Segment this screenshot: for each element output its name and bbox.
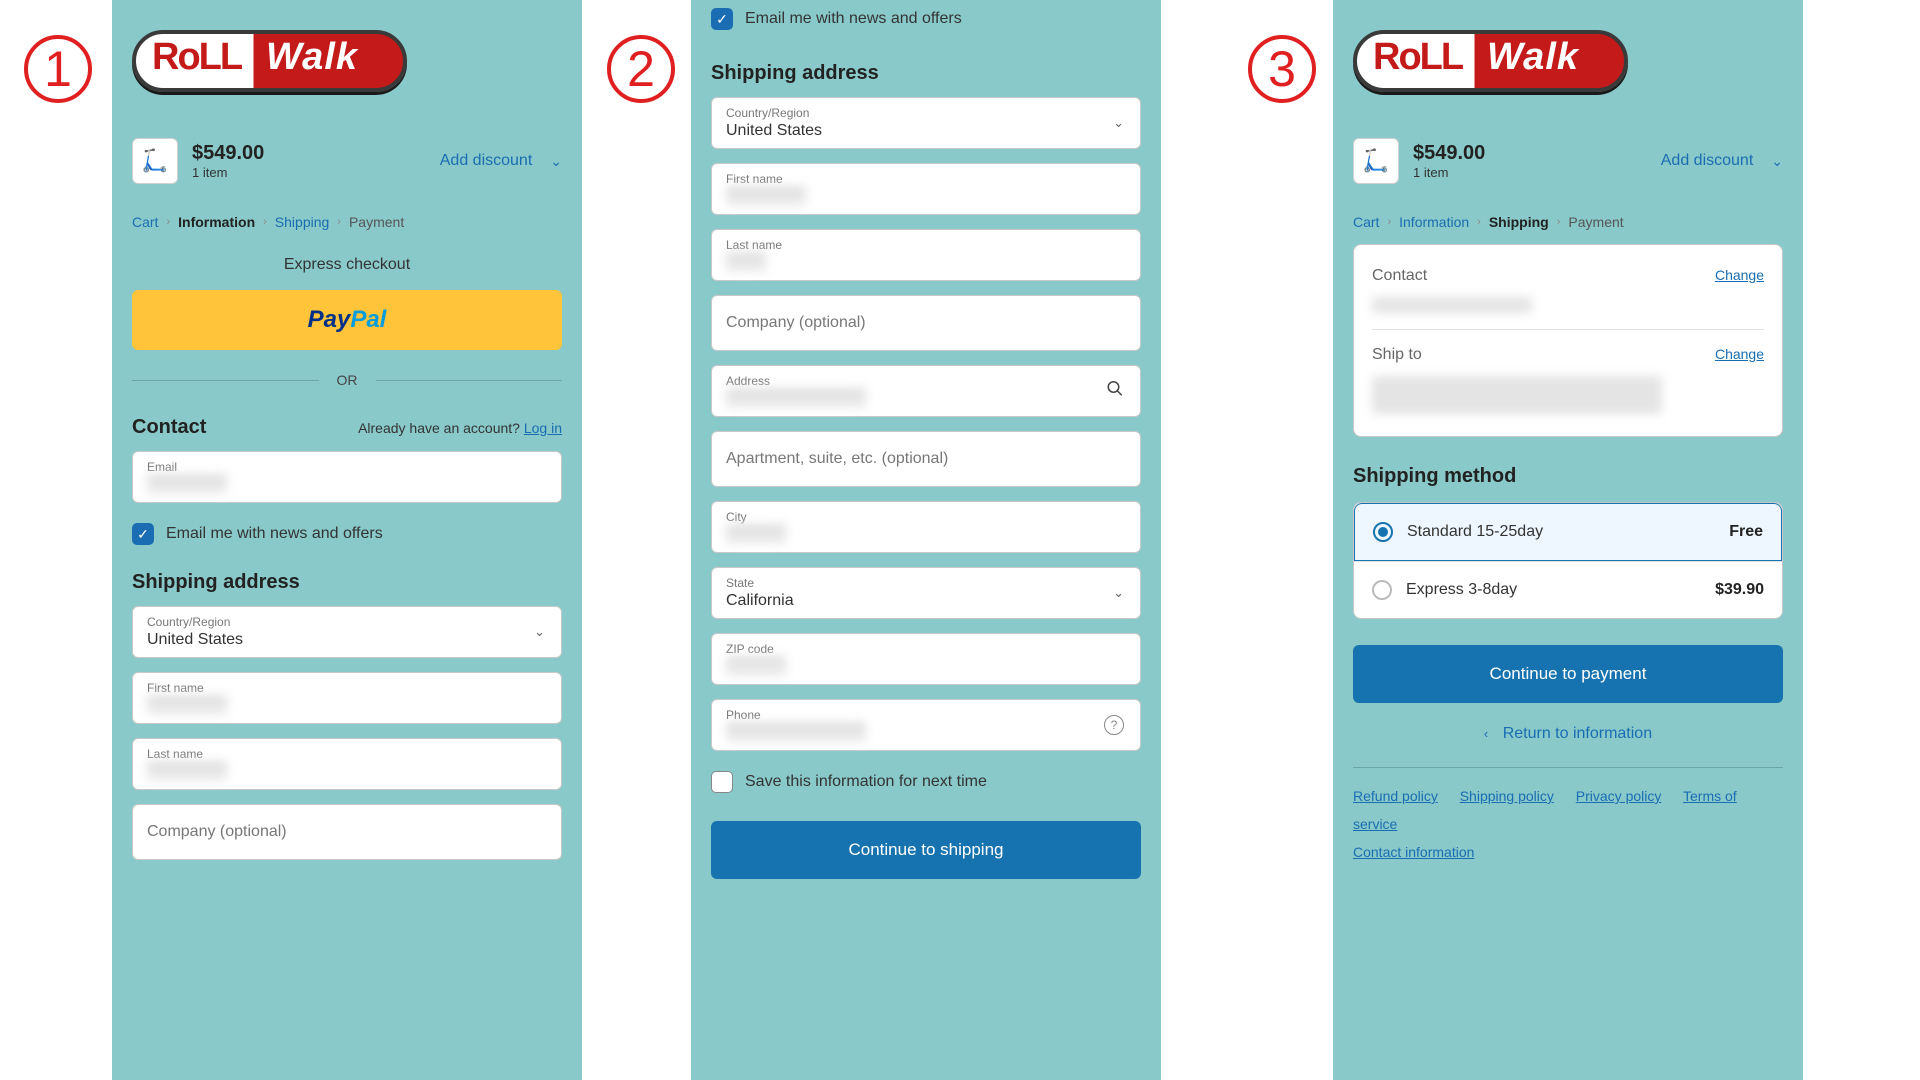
review-shipto-value: [1372, 376, 1662, 414]
change-shipto-link[interactable]: Change: [1715, 346, 1764, 364]
order-summary: 🛴 $549.00 1 item Add discount ⌄: [1353, 126, 1783, 196]
crumb-shipping[interactable]: Shipping: [275, 214, 330, 230]
logo-text-walk: Walk: [266, 36, 358, 79]
shipping-policy-link[interactable]: Shipping policy: [1460, 788, 1554, 804]
crumb-cart[interactable]: Cart: [1353, 214, 1379, 230]
order-price: $549.00: [1413, 142, 1485, 165]
first-name-field[interactable]: First name: [132, 672, 562, 724]
help-icon[interactable]: ?: [1104, 715, 1124, 735]
news-checkbox[interactable]: ✓: [711, 8, 733, 30]
logo-text-roll: RoLL: [152, 36, 241, 79]
phone-field[interactable]: Phone ?: [711, 699, 1141, 751]
radio-selected-icon: [1373, 522, 1393, 542]
crumb-information: Information: [178, 214, 255, 230]
country-select[interactable]: Country/Region United States ⌄: [132, 606, 562, 658]
review-card: Contact Change Ship to Change: [1353, 244, 1783, 437]
chevron-down-icon: ⌄: [534, 624, 545, 640]
crumb-shipping: Shipping: [1489, 214, 1549, 230]
news-checkbox[interactable]: ✓: [132, 523, 154, 545]
return-to-information-link[interactable]: ‹ Return to information: [1333, 703, 1803, 753]
zip-field[interactable]: ZIP code: [711, 633, 1141, 685]
chevron-down-icon: ⌄: [1113, 115, 1124, 131]
chevron-down-icon: ⌄: [550, 153, 562, 170]
review-contact-value: [1372, 297, 1532, 313]
crumb-cart[interactable]: Cart: [132, 214, 158, 230]
crumb-payment: Payment: [1568, 214, 1623, 230]
logo-text-roll: RoLL: [1373, 36, 1462, 79]
chevron-left-icon: ‹: [1484, 726, 1488, 741]
review-shipto-label: Ship to: [1372, 346, 1422, 364]
review-contact-label: Contact: [1372, 267, 1427, 285]
chevron-down-icon: ⌄: [1113, 585, 1124, 601]
shipping-option-standard[interactable]: Standard 15-25day Free: [1354, 503, 1782, 561]
checkout-panel-information: RoLL Walk 🛴 $549.00 1 item Add discount …: [112, 0, 582, 1080]
contact-heading: Contact: [132, 416, 206, 439]
shipping-address-heading: Shipping address: [132, 571, 300, 594]
shipping-options: Standard 15-25day Free Express 3-8day $3…: [1353, 502, 1783, 619]
breadcrumb: Cart › Information › Shipping › Payment: [112, 196, 582, 244]
company-field[interactable]: Company (optional): [711, 295, 1141, 351]
logo: RoLL Walk: [112, 0, 582, 116]
checkout-panel-address-form: ✓ Email me with news and offers Shipping…: [691, 0, 1161, 1080]
last-name-field[interactable]: Last name: [132, 738, 562, 790]
last-name-field[interactable]: Last name: [711, 229, 1141, 281]
city-field[interactable]: City: [711, 501, 1141, 553]
breadcrumb: Cart › Information › Shipping › Payment: [1333, 196, 1803, 244]
contact-info-link[interactable]: Contact information: [1353, 844, 1474, 860]
address-field[interactable]: Address: [711, 365, 1141, 417]
country-select[interactable]: Country/Region United States ⌄: [711, 97, 1141, 149]
first-name-field[interactable]: First name: [711, 163, 1141, 215]
continue-to-shipping-button[interactable]: Continue to shipping: [711, 821, 1141, 879]
crumb-payment: Payment: [349, 214, 404, 230]
news-checkbox-label: Email me with news and offers: [166, 525, 383, 543]
privacy-policy-link[interactable]: Privacy policy: [1576, 788, 1662, 804]
step-badge-1: 1: [24, 35, 92, 103]
shipping-option-price: Free: [1729, 523, 1763, 541]
news-checkbox-label: Email me with news and offers: [745, 10, 962, 28]
change-contact-link[interactable]: Change: [1715, 267, 1764, 285]
order-summary: 🛴 $549.00 1 item Add discount ⌄: [132, 126, 562, 196]
crumb-information[interactable]: Information: [1399, 214, 1469, 230]
save-info-label: Save this information for next time: [745, 773, 987, 791]
email-field[interactable]: Email: [132, 451, 562, 503]
continue-to-payment-button[interactable]: Continue to payment: [1353, 645, 1783, 703]
search-icon: [1106, 380, 1124, 403]
or-divider: OR: [132, 372, 562, 388]
shipping-method-heading: Shipping method: [1353, 465, 1783, 488]
logo: RoLL Walk: [1333, 0, 1803, 116]
order-price: $549.00: [192, 142, 264, 165]
company-field[interactable]: Company (optional): [132, 804, 562, 860]
product-thumbnail: 🛴: [1353, 138, 1399, 184]
state-select[interactable]: State California ⌄: [711, 567, 1141, 619]
footer-links: Refund policy Shipping policy Privacy po…: [1333, 782, 1803, 866]
login-prompt: Already have an account? Log in: [358, 420, 562, 436]
order-item-count: 1 item: [192, 165, 264, 180]
login-link[interactable]: Log in: [524, 420, 562, 436]
order-item-count: 1 item: [1413, 165, 1485, 180]
checkout-panel-shipping: RoLL Walk 🛴 $549.00 1 item Add discount …: [1333, 0, 1803, 1080]
logo-text-walk: Walk: [1487, 36, 1579, 79]
shipping-address-heading: Shipping address: [711, 62, 879, 85]
product-thumbnail: 🛴: [132, 138, 178, 184]
apartment-field[interactable]: Apartment, suite, etc. (optional): [711, 431, 1141, 487]
add-discount-link[interactable]: Add discount ⌄: [1661, 152, 1783, 170]
chevron-down-icon: ⌄: [1771, 153, 1783, 170]
shipping-option-express[interactable]: Express 3-8day $39.90: [1354, 561, 1782, 618]
paypal-button[interactable]: PayPal: [132, 290, 562, 350]
save-info-checkbox[interactable]: [711, 771, 733, 793]
add-discount-link[interactable]: Add discount ⌄: [440, 152, 562, 170]
shipping-option-price: $39.90: [1715, 581, 1764, 599]
refund-policy-link[interactable]: Refund policy: [1353, 788, 1438, 804]
step-badge-2: 2: [607, 35, 675, 103]
step-badge-3: 3: [1248, 35, 1316, 103]
express-checkout-label: Express checkout: [112, 244, 582, 290]
radio-unselected-icon: [1372, 580, 1392, 600]
